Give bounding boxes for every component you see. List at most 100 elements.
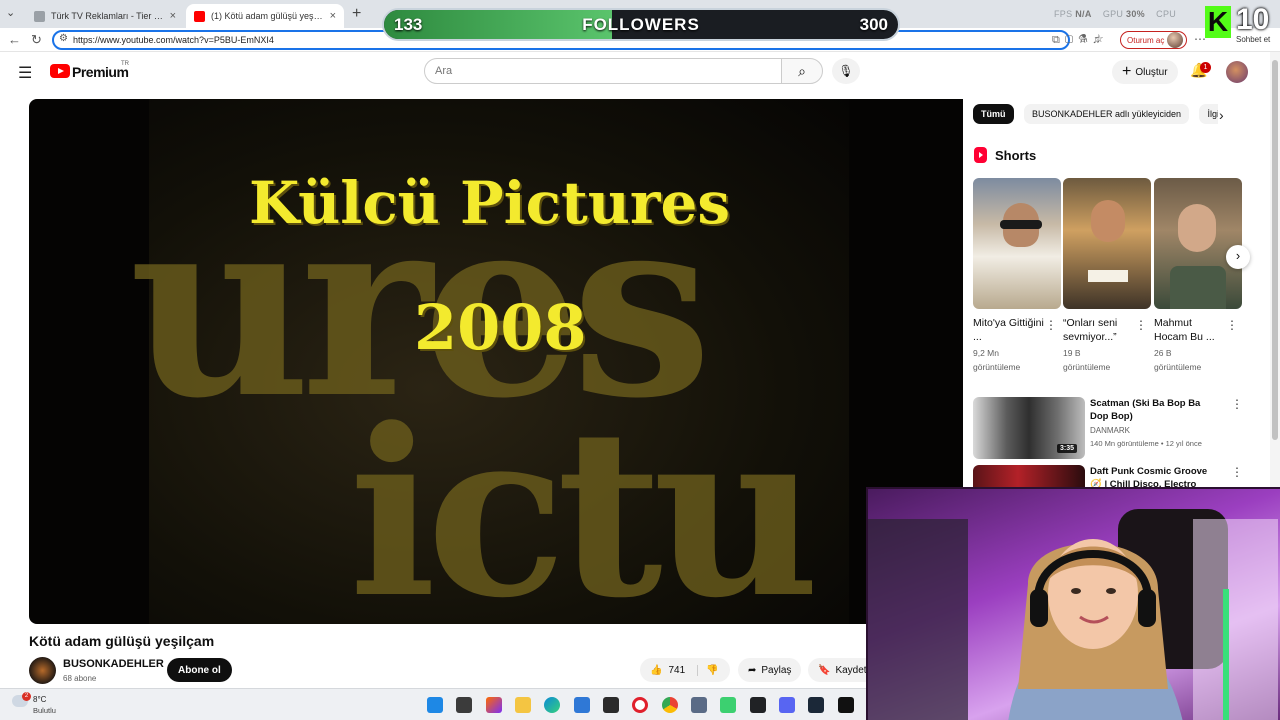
file-explorer-icon[interactable]: [515, 697, 531, 713]
video-channel[interactable]: DANMARK: [1090, 426, 1130, 435]
recommended-video[interactable]: 3:35 Scatman (Ski Ba Bop Ba Dop Bop) DAN…: [973, 397, 1243, 459]
video-frame: ures ictu Külcü Pictures 2008: [129, 99, 849, 624]
url-text[interactable]: https://www.youtube.com/watch?v=P5BU-EmN…: [73, 35, 274, 45]
video-player[interactable]: ures ictu Külcü Pictures 2008: [29, 99, 963, 624]
voice-search-button[interactable]: 🎙: [832, 58, 860, 84]
browser-tab-2[interactable]: (1) Kötü adam gülüşü yeşilçam - YouTube …: [186, 4, 344, 28]
account-avatar[interactable]: [1226, 61, 1248, 83]
app-icon[interactable]: [691, 697, 707, 713]
youtube-logo-icon[interactable]: [50, 64, 70, 78]
filter-chips: Tümü BUSONKADEHLER adlı yükleyiciden İlg…: [973, 104, 1218, 126]
profile-avatar[interactable]: [1167, 32, 1183, 48]
chevron-right-icon[interactable]: ›: [1219, 107, 1224, 123]
channel-avatar[interactable]: [29, 657, 56, 684]
search-input[interactable]: [424, 58, 782, 84]
extensions-icon[interactable]: ⚗☆: [1078, 32, 1110, 45]
create-button[interactable]: + Oluştur: [1112, 60, 1178, 84]
steam-icon[interactable]: [808, 697, 824, 713]
video-title: Kötü adam gülüşü yeşilçam: [29, 633, 215, 649]
tab-title: (1) Kötü adam gülüşü yeşilçam - YouTube: [211, 11, 324, 21]
followers-goal-bar: 133 FOLLOWERS 300: [382, 8, 900, 41]
weather-temperature[interactable]: 8°C: [33, 695, 46, 704]
edge-icon[interactable]: [544, 697, 560, 713]
short-card[interactable]: Mito'ya Gittiğini ... 9,2 Mn görüntüleme…: [973, 178, 1061, 374]
chrome-icon[interactable]: [662, 697, 678, 713]
chevron-right-icon: ›: [1235, 248, 1241, 263]
short-title: Mito'ya Gittiğini ...: [973, 317, 1044, 343]
terminal-icon[interactable]: [603, 697, 619, 713]
reload-icon[interactable]: ↻: [31, 32, 42, 48]
chip-all[interactable]: Tümü: [973, 104, 1014, 124]
site-info-icon[interactable]: ⚙: [59, 33, 68, 44]
like-dislike-group: 👍 741 👎: [640, 658, 730, 682]
share-button[interactable]: ➦ Paylaş: [738, 658, 802, 682]
thumbs-down-icon: 👎: [706, 664, 719, 676]
plus-icon: +: [1122, 63, 1132, 80]
subscribe-button[interactable]: Abone ol: [167, 658, 232, 682]
streaming-app-icon[interactable]: [720, 697, 736, 713]
more-options-icon[interactable]: ⋮: [1045, 318, 1057, 332]
fps-label: FPS: [1054, 9, 1073, 19]
more-options-icon[interactable]: ⋮: [1135, 318, 1147, 332]
weather-description[interactable]: Bulutlu: [33, 706, 56, 715]
tab-title: Türk TV Reklamları - Tier List, Kör S: [51, 11, 164, 21]
video-title[interactable]: Scatman (Ski Ba Bop Ba Dop Bop): [1090, 397, 1220, 423]
video-frame-year: 2008: [414, 291, 587, 364]
taskbar: 2 8°C Bulutlu: [0, 688, 866, 720]
gpu-value: 30%: [1126, 9, 1145, 19]
tab-search-icon[interactable]: ⌄: [6, 6, 15, 19]
like-button[interactable]: 👍 741: [640, 664, 698, 676]
dislike-button[interactable]: 👎: [698, 665, 718, 676]
fps-value: N/A: [1075, 9, 1092, 19]
subscriber-count: 68 abone: [63, 674, 97, 683]
share-icon: ➦: [748, 664, 757, 676]
short-card[interactable]: Mahmut Hocam Bu ... 26 B görüntüleme ⋮: [1154, 178, 1242, 374]
start-icon[interactable]: [427, 697, 443, 713]
opera-icon[interactable]: [632, 697, 648, 713]
chip-related[interactable]: İlgili: [1199, 104, 1218, 124]
more-options-icon[interactable]: ⋮: [1231, 465, 1243, 479]
video-duration: 3:35: [1057, 444, 1078, 453]
shorts-next-button[interactable]: ›: [1226, 245, 1250, 269]
close-tab-icon[interactable]: ×: [170, 10, 176, 22]
search-button[interactable]: ⌕: [781, 58, 823, 84]
kick-logo-icon: K: [1205, 6, 1231, 38]
copilot-icon[interactable]: [486, 697, 502, 713]
back-arrow-icon[interactable]: ←: [8, 32, 21, 47]
short-thumbnail[interactable]: [1154, 178, 1242, 309]
short-thumbnail[interactable]: [1063, 178, 1151, 309]
gpu-label: GPU: [1102, 9, 1124, 19]
new-tab-button[interactable]: +: [352, 5, 361, 23]
shorts-heading: Shorts: [995, 148, 1037, 163]
youtube-brand[interactable]: Premium: [72, 64, 129, 80]
short-thumbnail[interactable]: [973, 178, 1061, 309]
video-background-text: ictu: [349, 379, 820, 624]
channel-name[interactable]: BUSONKADEHLER: [63, 658, 164, 670]
more-options-icon[interactable]: ⋮: [1231, 397, 1243, 411]
obs-icon[interactable]: [750, 697, 766, 713]
more-options-icon[interactable]: ⋮: [1226, 318, 1238, 332]
performance-overlay: FPS N/A GPU 30% CPU: [1054, 9, 1176, 19]
tab-favicon-icon: [34, 10, 45, 22]
discord-icon[interactable]: [779, 697, 795, 713]
weather-badge: 2: [22, 692, 31, 701]
thumbs-up-icon: 👍: [650, 664, 663, 676]
short-views: 19 B görüntüleme: [1063, 348, 1111, 372]
share-label: Paylaş: [761, 664, 792, 676]
task-view-icon[interactable]: [456, 697, 472, 713]
cpu-label: CPU: [1156, 9, 1177, 19]
menu-icon[interactable]: ☰: [18, 63, 32, 83]
create-label: Oluştur: [1135, 66, 1168, 78]
close-tab-icon[interactable]: ×: [330, 10, 336, 22]
short-views: 26 B görüntüleme: [1154, 348, 1202, 372]
app-icon[interactable]: [838, 697, 854, 713]
search-icon: ⌕: [798, 63, 806, 79]
bookmark-icon: 🔖: [818, 664, 831, 676]
scrollbar-thumb[interactable]: [1272, 60, 1278, 440]
store-icon[interactable]: [574, 697, 590, 713]
short-card[interactable]: “Onları seni sevmiyor...” 19 B görüntüle…: [1063, 178, 1151, 374]
shorts-logo-icon: [974, 147, 987, 163]
chip-from-uploader[interactable]: BUSONKADEHLER adlı yükleyiciden: [1023, 104, 1190, 124]
followers-goal: 300: [859, 15, 888, 34]
browser-tab-1[interactable]: Türk TV Reklamları - Tier List, Kör S ×: [26, 4, 184, 28]
